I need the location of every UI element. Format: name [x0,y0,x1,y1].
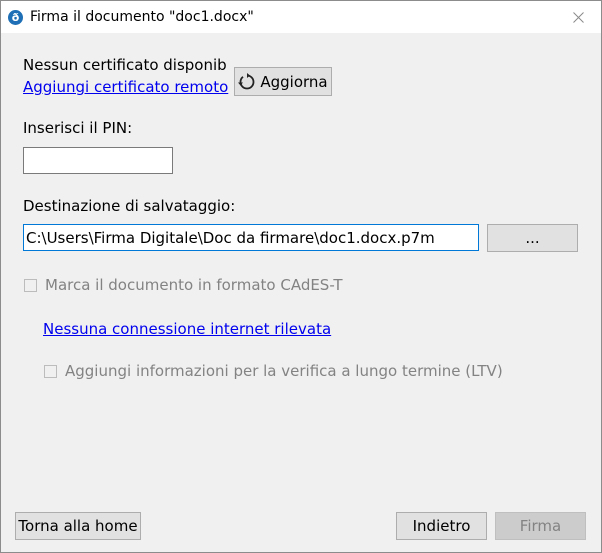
app-icon: ð [8,10,23,25]
cades-t-label: Marca il documento in formato CAdES-T [45,276,343,294]
back-button-label: Indietro [412,517,471,535]
dialog-content: Nessun certificato disponib Aggiungi cer… [1,33,601,552]
refresh-button[interactable]: Aggiorna [234,67,332,96]
home-button[interactable]: Torna alla home [15,512,141,540]
refresh-button-label: Aggiorna [260,72,328,91]
pin-label: Inserisci il PIN: [23,119,133,137]
back-button[interactable]: Indietro [396,512,487,540]
sign-button[interactable]: Firma [495,512,586,540]
cades-t-checkbox[interactable] [24,279,37,292]
certificate-status-text: Nessun certificato disponib [23,56,227,74]
add-remote-certificate-link[interactable]: Aggiungi certificato remoto [23,78,228,96]
title-bar[interactable]: ð Firma il documento "doc1.docx" [1,1,601,33]
sign-button-label: Firma [519,517,562,535]
destination-path-input[interactable] [23,224,479,251]
window-title: Firma il documento "doc1.docx" [30,9,254,25]
browse-button-label: ... [525,229,540,247]
browse-button[interactable]: ... [487,224,578,252]
refresh-icon [238,72,255,89]
pin-input[interactable] [23,147,173,174]
home-button-label: Torna alla home [18,517,138,535]
ltv-checkbox[interactable] [44,365,57,378]
destination-label: Destinazione di salvataggio: [23,197,236,215]
close-button[interactable] [555,1,601,33]
no-internet-link[interactable]: Nessuna connessione internet rilevata [43,320,331,338]
ltv-label: Aggiungi informazioni per la verifica a … [65,362,503,380]
sign-dialog-window: ð Firma il documento "doc1.docx" Nessun … [0,0,602,553]
close-icon [572,11,584,23]
